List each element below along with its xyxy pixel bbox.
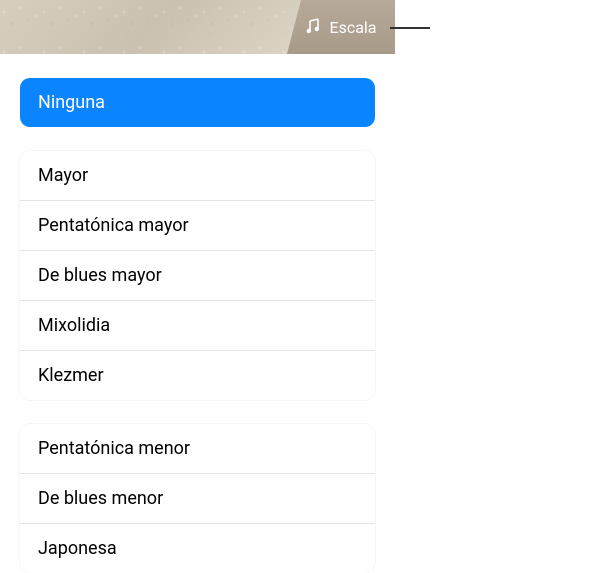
list-item[interactable]: Japonesa	[20, 524, 375, 573]
list-item[interactable]: De blues menor	[20, 474, 375, 524]
annotation-pointer	[390, 27, 430, 29]
selected-scale-label: Ninguna	[38, 92, 105, 113]
scale-button-label: Escala	[329, 18, 376, 37]
scale-item-label: De blues mayor	[38, 265, 162, 286]
list-item[interactable]: Pentatónica menor	[20, 424, 375, 474]
list-item[interactable]: Mixolidia	[20, 301, 375, 351]
scale-item-label: Pentatónica menor	[38, 438, 190, 459]
list-item[interactable]: Mayor	[20, 151, 375, 201]
scale-item-label: De blues menor	[38, 488, 163, 509]
list-item[interactable]: Klezmer	[20, 351, 375, 400]
scale-item-label: Pentatónica mayor	[38, 215, 189, 236]
scale-item-label: Mayor	[38, 165, 88, 186]
scale-group-minor: Pentatónica menor De blues menor Japones…	[20, 424, 375, 573]
scale-item-label: Mixolidia	[38, 315, 110, 336]
header-texture: Escala	[0, 0, 395, 54]
scale-button[interactable]: Escala	[287, 0, 395, 54]
scale-panel: Ninguna Mayor Pentatónica mayor De blues…	[0, 54, 395, 573]
selected-scale-item[interactable]: Ninguna	[20, 78, 375, 127]
list-item[interactable]: Pentatónica mayor	[20, 201, 375, 251]
scale-group-major: Mayor Pentatónica mayor De blues mayor M…	[20, 151, 375, 400]
scale-item-label: Klezmer	[38, 365, 104, 386]
scale-icon	[305, 18, 323, 36]
list-item[interactable]: De blues mayor	[20, 251, 375, 301]
